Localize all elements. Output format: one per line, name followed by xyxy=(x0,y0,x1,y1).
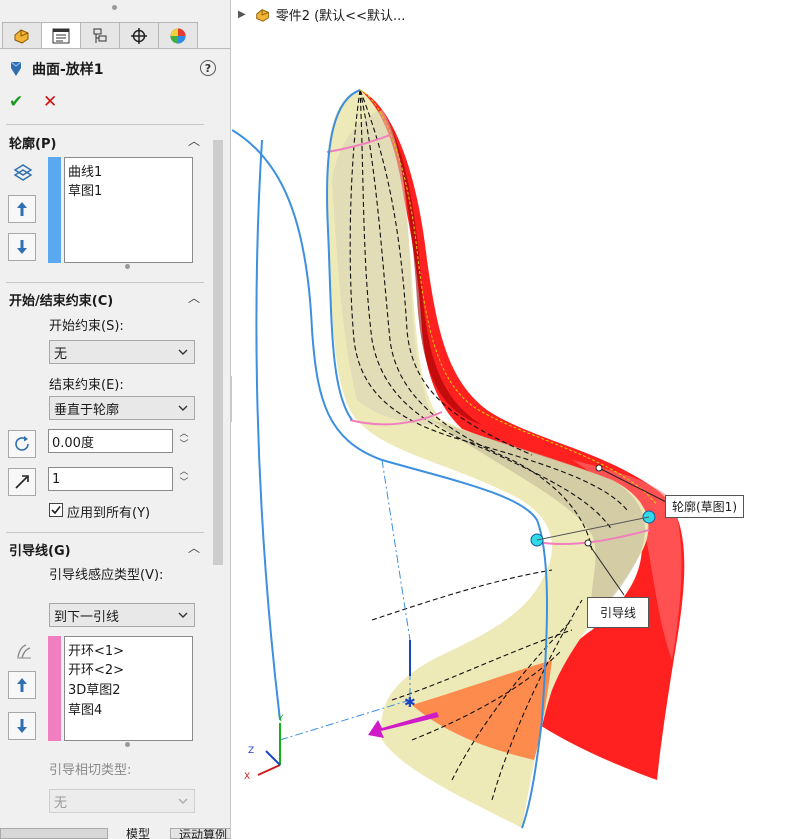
crosshair-icon xyxy=(131,27,147,44)
section-divider xyxy=(6,532,204,533)
profiles-color-swatch xyxy=(48,157,61,263)
chevron-down-icon xyxy=(178,612,188,618)
guide-influence-label: 引导线感应类型(V): xyxy=(49,568,164,583)
feature-header: 曲面-放样1 ? xyxy=(8,58,222,80)
guide-callout[interactable]: 引导线 xyxy=(587,597,650,628)
reverse-direction-button[interactable] xyxy=(8,430,36,458)
tab-feature-manager[interactable] xyxy=(2,22,42,48)
profiles-list[interactable]: 曲线1 草图1 xyxy=(64,157,193,263)
profile-icon xyxy=(13,164,33,181)
angle-spinner[interactable]: ︿ ﹀ xyxy=(177,429,191,453)
constraints-collapse-icon[interactable]: ︿ xyxy=(188,289,200,306)
tangent-length-value: 1 xyxy=(52,471,61,487)
start-constraint-label: 开始约束(S): xyxy=(49,319,124,334)
end-constraint-value: 垂直于轮廓 xyxy=(54,402,120,418)
guide-tangency-label: 引导相切类型: xyxy=(49,763,132,778)
axis-triad: Y Z X xyxy=(244,714,284,782)
guide-tangency-select[interactable]: 无 xyxy=(49,789,195,813)
guides-list[interactable]: 开环<1> 开环<2> 3D草图2 草图4 xyxy=(64,636,193,741)
profile-callout[interactable]: 轮廓(草图1) xyxy=(665,495,744,518)
chevron-down-icon xyxy=(178,798,188,804)
panel-grip[interactable] xyxy=(112,5,117,10)
manager-tabs xyxy=(2,22,202,49)
svg-text:Z: Z xyxy=(248,746,254,756)
section-divider xyxy=(6,282,204,283)
tangent-length-button[interactable] xyxy=(8,468,36,496)
part-icon xyxy=(14,28,29,44)
tangent-length-spinner[interactable]: ︿ ﹀ xyxy=(177,467,191,491)
tab-motion-study[interactable]: 运动算例 xyxy=(170,828,230,839)
list-item[interactable]: 曲线1 xyxy=(68,161,102,180)
appearance-icon xyxy=(170,28,186,43)
move-down-button[interactable] xyxy=(8,233,36,261)
tab-display-manager[interactable] xyxy=(158,22,198,48)
svg-text:X: X xyxy=(244,772,250,782)
tab-model[interactable]: 模型 xyxy=(126,828,150,839)
move-down-button[interactable] xyxy=(8,712,36,740)
guides-section-title[interactable]: 引导线(G) xyxy=(9,540,71,559)
guides-collapse-icon[interactable]: ︿ xyxy=(188,539,200,556)
apply-all-checkbox[interactable] xyxy=(49,503,63,517)
move-up-button[interactable] xyxy=(8,195,36,223)
tangent-length-icon xyxy=(15,475,29,489)
graphics-viewport[interactable]: ▶ 零件2 (默认<<默认... ✱ Y Z X 轮廓(草图1) 引导线 xyxy=(232,0,786,839)
list-resize-handle[interactable] xyxy=(125,742,130,747)
bottom-tabs: 模型 运动算例 xyxy=(0,828,230,839)
arrow-up-icon xyxy=(17,202,27,216)
scrollbar-thumb[interactable] xyxy=(213,140,223,565)
cancel-button[interactable]: ✕ xyxy=(43,92,57,112)
guides-color-swatch xyxy=(48,636,61,741)
constraints-section-title[interactable]: 开始/结束约束(C) xyxy=(9,290,113,309)
tab-3dviews-partial[interactable] xyxy=(0,828,108,839)
start-constraint-value: 无 xyxy=(54,346,68,362)
tab-dimxpert-manager[interactable] xyxy=(119,22,159,48)
section-divider xyxy=(6,124,204,125)
tab-motion-study-label: 运动算例 xyxy=(179,829,228,839)
list-resize-handle[interactable] xyxy=(125,264,130,269)
tangent-length-input[interactable]: 1 xyxy=(48,467,173,491)
angle-input[interactable]: 0.00度 xyxy=(48,429,173,453)
guide-influence-select[interactable]: 到下一引线 xyxy=(49,603,195,627)
rotate-icon xyxy=(15,436,29,451)
profiles-section-title[interactable]: 轮廓(P) xyxy=(9,133,56,152)
property-icon xyxy=(52,28,70,44)
tab-underline xyxy=(0,48,230,49)
svg-text:Y: Y xyxy=(277,714,284,724)
list-item[interactable]: 草图1 xyxy=(68,180,102,199)
apply-all-label[interactable]: 应用到所有(Y) xyxy=(67,502,150,521)
guide-curve-3 xyxy=(255,139,281,721)
solidworks-window: 曲面-放样1 ? ✔ ✕ 轮廓(P) ︿ 曲线1 草图1 开始/结束约束(C) … xyxy=(0,0,786,839)
checkmark-icon xyxy=(51,506,61,515)
panel-scrollbar[interactable] xyxy=(210,140,226,830)
svg-text:✱: ✱ xyxy=(404,695,416,711)
end-constraint-label: 结束约束(E): xyxy=(49,378,124,393)
guide-tangency-value: 无 xyxy=(54,795,68,811)
property-manager-panel: 曲面-放样1 ? ✔ ✕ 轮廓(P) ︿ 曲线1 草图1 开始/结束约束(C) … xyxy=(0,0,231,839)
arrow-down-icon xyxy=(17,719,27,733)
list-item[interactable]: 3D草图2 xyxy=(68,679,121,698)
start-constraint-select[interactable]: 无 xyxy=(49,340,195,364)
tab-property-manager[interactable] xyxy=(41,22,81,49)
help-button[interactable]: ? xyxy=(200,60,216,76)
angle-value: 0.00度 xyxy=(52,435,94,451)
list-item[interactable]: 开环<1> xyxy=(68,640,124,659)
chevron-down-icon xyxy=(178,405,188,411)
end-constraint-select[interactable]: 垂直于轮廓 xyxy=(49,396,195,420)
ok-button[interactable]: ✔ xyxy=(9,92,23,112)
list-item[interactable]: 草图4 xyxy=(68,699,102,718)
tab-configuration-manager[interactable] xyxy=(80,22,120,48)
move-up-button[interactable] xyxy=(8,671,36,699)
chair-loft-surface-model: ✱ Y Z X xyxy=(232,89,685,829)
loft-surface-icon xyxy=(10,61,22,76)
arrow-up-icon xyxy=(17,678,27,692)
chevron-down-icon xyxy=(178,349,188,355)
config-icon xyxy=(93,28,107,43)
guide-curve-icon xyxy=(17,644,31,659)
guide-influence-value: 到下一引线 xyxy=(54,609,120,625)
arrow-down-icon xyxy=(17,240,27,254)
profiles-collapse-icon[interactable]: ︿ xyxy=(188,132,200,149)
list-item[interactable]: 开环<2> xyxy=(68,659,124,678)
feature-title: 曲面-放样1 xyxy=(32,62,104,78)
